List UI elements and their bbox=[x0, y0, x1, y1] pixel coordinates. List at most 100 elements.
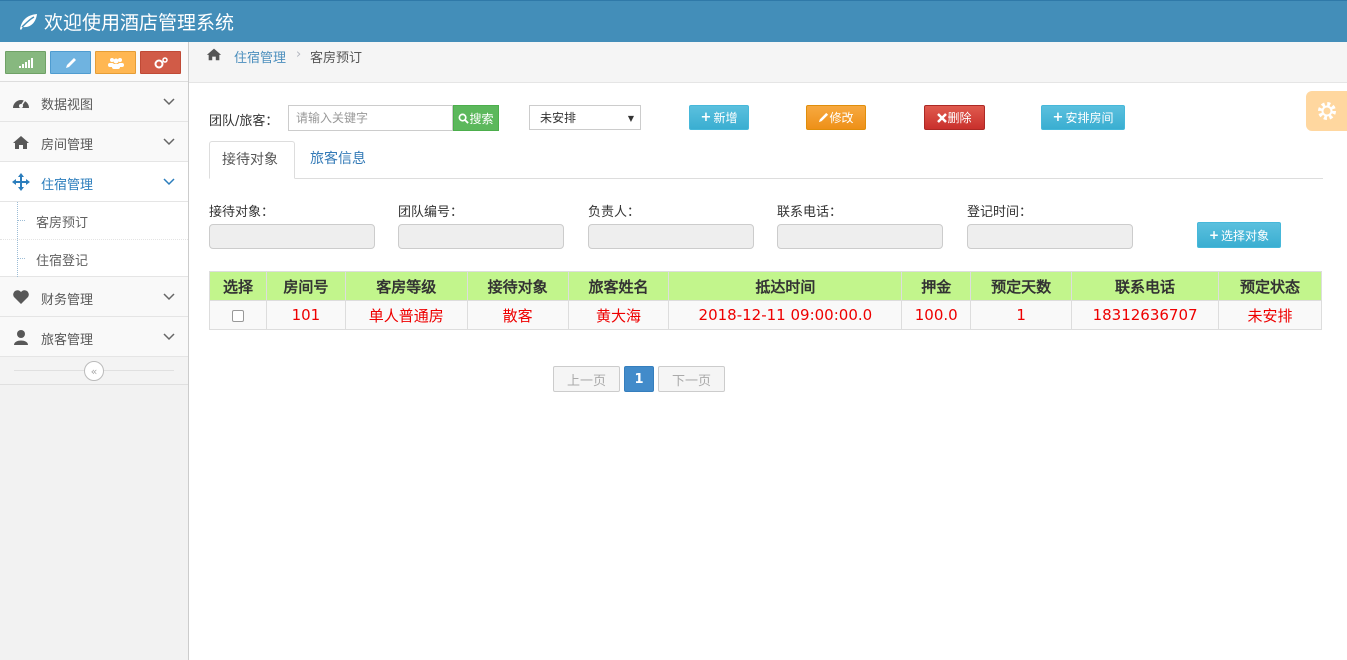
page-number-button[interactable]: 1 bbox=[624, 366, 654, 392]
settings-button[interactable] bbox=[1306, 91, 1347, 131]
status-select[interactable]: 未安排 ▼ bbox=[529, 105, 641, 130]
column-header: 预定天数 bbox=[970, 271, 1073, 301]
signal-icon bbox=[18, 57, 33, 68]
choose-target-button-label: 选择对象 bbox=[1221, 228, 1270, 243]
column-header: 预定状态 bbox=[1218, 271, 1322, 301]
shortcut-signal-button[interactable] bbox=[5, 51, 46, 74]
table-cell: 黄大海 bbox=[567, 300, 670, 330]
row-checkbox[interactable] bbox=[231, 309, 244, 322]
field-label-phone: 联系电话： bbox=[777, 205, 843, 220]
edit-button-label: 修改 bbox=[829, 111, 854, 125]
sidebar-item-lodging-management[interactable]: 住宿管理 bbox=[0, 162, 188, 202]
chevron-down-icon bbox=[163, 333, 175, 341]
search-input[interactable]: 请输入关键字 bbox=[288, 105, 453, 131]
caret-down-icon: ▼ bbox=[627, 114, 634, 123]
sidebar-item-guest-management[interactable]: 旅客管理 bbox=[0, 317, 188, 357]
shortcut-cogs-button[interactable] bbox=[140, 51, 181, 74]
reception-target-field bbox=[209, 224, 375, 249]
sidebar-item-label: 财务管理 bbox=[41, 293, 94, 308]
next-page-button[interactable]: 下一页 bbox=[658, 366, 725, 392]
table-row[interactable]: 101 单人普通房 散客 黄大海 2018-12-11 09:00:00.0 1… bbox=[209, 300, 1322, 330]
move-icon bbox=[12, 173, 30, 191]
sidebar-shortcuts bbox=[0, 42, 188, 82]
person-in-charge-field bbox=[588, 224, 754, 249]
sidebar: 数据视图 房间管理 住宿管理 客房预订 住宿登记 财务管理 旅客管理 « bbox=[0, 42, 189, 660]
column-header: 客房等级 bbox=[344, 271, 468, 301]
booking-table: 选择 房间号 客房等级 接待对象 旅客姓名 抵达时间 押金 预定天数 联系电话 … bbox=[209, 271, 1322, 330]
column-header: 房间号 bbox=[265, 271, 346, 301]
arrange-room-button[interactable]: + 安排房间 bbox=[1041, 105, 1125, 130]
chevron-down-icon bbox=[163, 293, 175, 301]
cogs-icon bbox=[154, 56, 168, 68]
search-button[interactable]: 搜索 bbox=[453, 105, 499, 131]
table-cell: 2018-12-11 09:00:00.0 bbox=[668, 300, 903, 330]
team-number-field bbox=[398, 224, 564, 249]
column-header: 选择 bbox=[209, 271, 267, 301]
breadcrumb-current: 客房预订 bbox=[310, 51, 363, 66]
phone-field bbox=[777, 224, 943, 249]
search-icon bbox=[459, 113, 470, 124]
top-navbar: 欢迎使用酒店管理系统 bbox=[0, 0, 1347, 42]
sidebar-item-label: 数据视图 bbox=[41, 98, 94, 113]
table-cell: 100.0 bbox=[901, 300, 972, 330]
users-icon bbox=[107, 57, 124, 69]
arrange-room-button-label: 安排房间 bbox=[1065, 111, 1114, 125]
delete-button-label: 删除 bbox=[947, 111, 972, 125]
leaf-icon bbox=[20, 13, 37, 30]
submenu-item-room-booking[interactable]: 客房预订 bbox=[0, 202, 188, 239]
sidebar-item-data-view[interactable]: 数据视图 bbox=[0, 82, 188, 122]
search-label: 团队/旅客： bbox=[209, 114, 279, 129]
sidebar-item-label: 住宿管理 bbox=[41, 178, 94, 193]
sidebar-item-room-management[interactable]: 房间管理 bbox=[0, 122, 188, 162]
table-header-row: 选择 房间号 客房等级 接待对象 旅客姓名 抵达时间 押金 预定天数 联系电话 … bbox=[209, 271, 1322, 301]
plus-icon: + bbox=[700, 110, 712, 125]
table-cell: 未安排 bbox=[1218, 300, 1322, 330]
shortcut-pencil-button[interactable] bbox=[50, 51, 91, 74]
close-icon bbox=[937, 112, 948, 123]
app-title: 欢迎使用酒店管理系统 bbox=[44, 12, 235, 34]
chevron-down-icon bbox=[163, 178, 175, 186]
sidebar-collapse-bar: « bbox=[0, 357, 188, 385]
row-select-cell bbox=[209, 300, 267, 330]
field-label-team-number: 团队编号： bbox=[398, 205, 464, 220]
column-header: 抵达时间 bbox=[668, 271, 903, 301]
table-cell: 散客 bbox=[466, 300, 569, 330]
double-left-chevron-icon[interactable]: « bbox=[84, 361, 104, 381]
column-header: 押金 bbox=[901, 271, 972, 301]
submenu-item-label: 住宿登记 bbox=[36, 254, 89, 269]
register-time-field bbox=[967, 224, 1133, 249]
chevron-down-icon bbox=[163, 98, 175, 106]
delete-button[interactable]: 删除 bbox=[924, 105, 985, 130]
add-button[interactable]: + 新增 bbox=[689, 105, 749, 130]
prev-page-button[interactable]: 上一页 bbox=[553, 366, 620, 392]
column-header: 联系电话 bbox=[1071, 271, 1220, 301]
column-header: 接待对象 bbox=[466, 271, 569, 301]
column-header: 旅客姓名 bbox=[567, 271, 670, 301]
gear-icon bbox=[1317, 102, 1336, 120]
table-cell: 单人普通房 bbox=[344, 300, 468, 330]
sidebar-item-finance-management[interactable]: 财务管理 bbox=[0, 277, 188, 317]
table-cell: 1 bbox=[970, 300, 1073, 330]
field-label-person-in-charge: 负责人： bbox=[588, 205, 641, 220]
breadcrumb-separator: › bbox=[296, 47, 302, 62]
sidebar-item-label: 房间管理 bbox=[41, 138, 94, 153]
status-select-value: 未安排 bbox=[540, 111, 577, 125]
tab-reception-target[interactable]: 接待对象 bbox=[209, 141, 295, 179]
user-icon bbox=[12, 329, 30, 345]
shortcut-users-button[interactable] bbox=[95, 51, 136, 74]
breadcrumb: 住宿管理 › 客房预订 bbox=[189, 42, 1347, 83]
brand[interactable]: 欢迎使用酒店管理系统 bbox=[18, 8, 234, 35]
breadcrumb-link-lodging[interactable]: 住宿管理 bbox=[234, 47, 286, 66]
submenu-item-check-in[interactable]: 住宿登记 bbox=[0, 239, 188, 277]
submenu-lodging: 客房预订 住宿登记 bbox=[0, 202, 188, 277]
plus-icon: + bbox=[1052, 110, 1064, 125]
edit-button[interactable]: 修改 bbox=[806, 105, 866, 130]
pencil-icon bbox=[819, 112, 829, 123]
home-icon[interactable] bbox=[206, 47, 222, 61]
table-cell: 101 bbox=[265, 300, 346, 330]
pencil-icon bbox=[65, 57, 76, 68]
tab-guest-info[interactable]: 旅客信息 bbox=[298, 141, 378, 179]
choose-target-button[interactable]: + 选择对象 bbox=[1197, 222, 1281, 248]
add-button-label: 新增 bbox=[713, 111, 738, 125]
submenu-item-label: 客房预订 bbox=[36, 216, 89, 231]
